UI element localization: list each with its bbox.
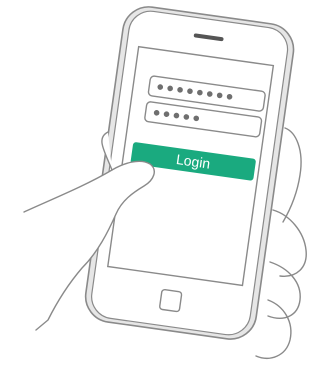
home-button-icon[interactable] [159, 288, 183, 313]
illustration-stage: Login [0, 0, 313, 368]
hand-holding-phone-illustration: Login [23, 6, 307, 359]
